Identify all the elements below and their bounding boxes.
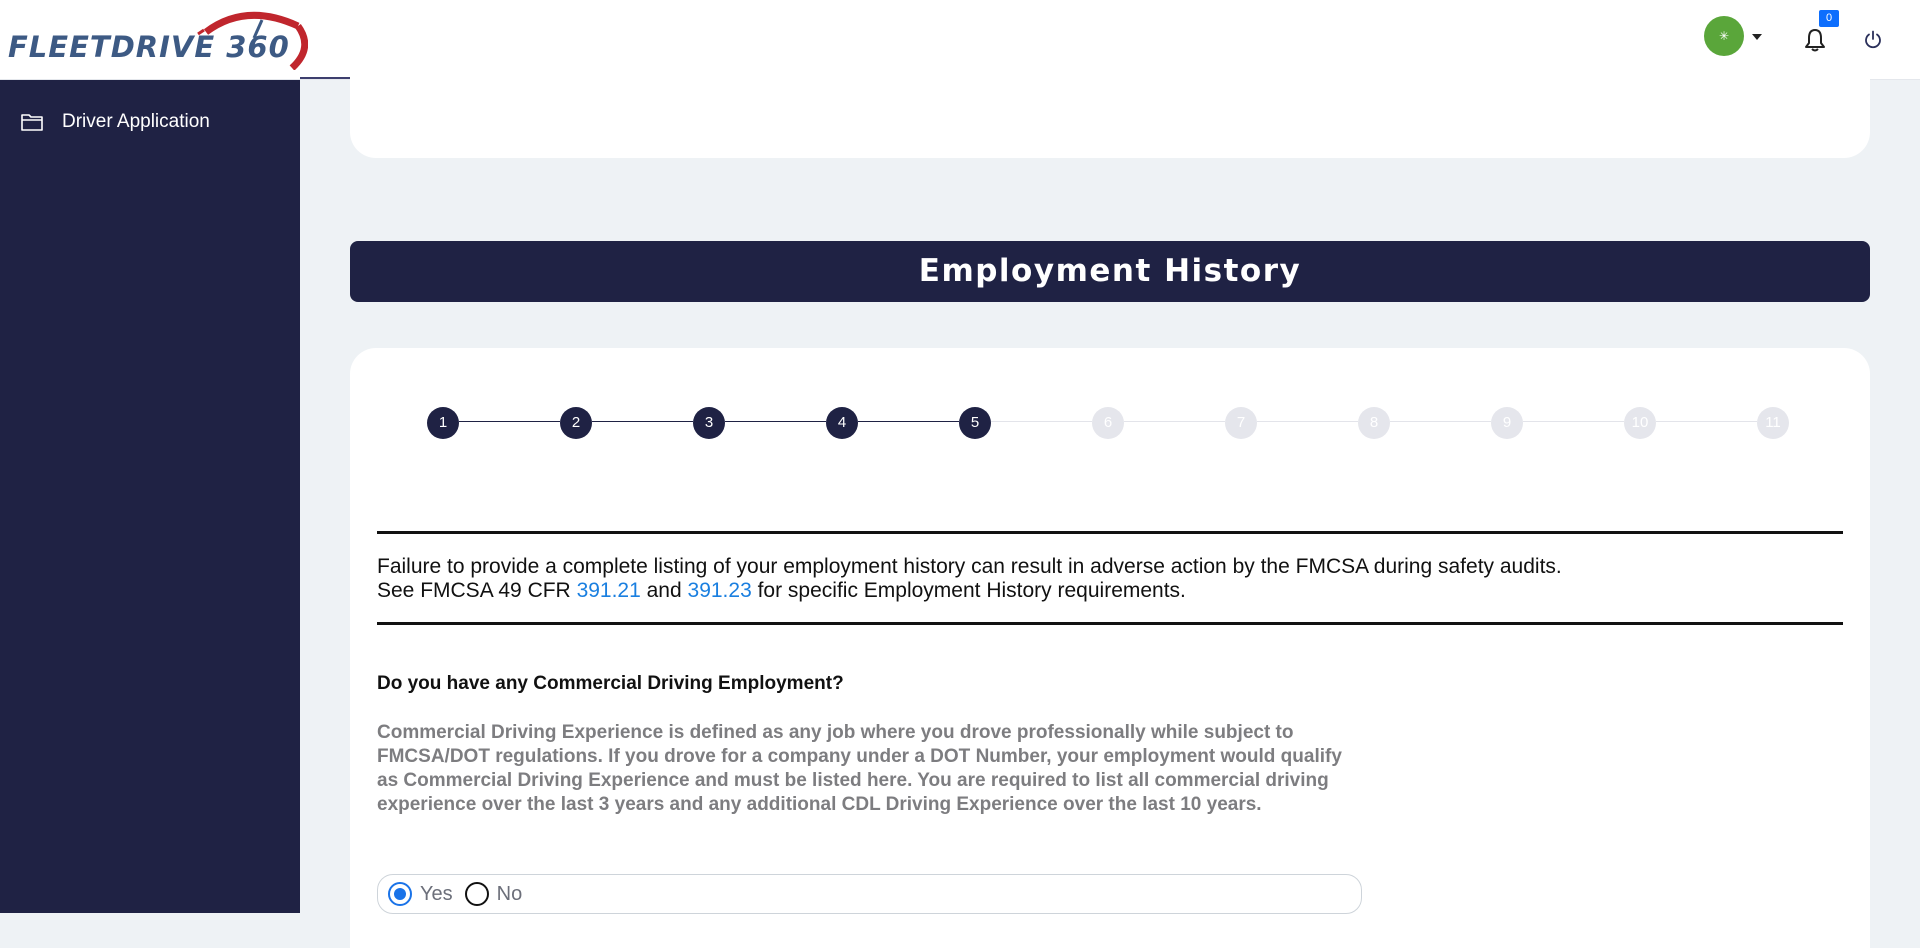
step-3[interactable]: 3	[693, 407, 725, 439]
step-connector	[858, 421, 959, 422]
radio-unchecked-icon[interactable]	[464, 882, 489, 906]
notice-line-2: See FMCSA 49 CFR 391.21 and 391.23 for s…	[377, 579, 1843, 603]
bell-icon[interactable]	[1804, 28, 1826, 52]
sidebar-item-label: Driver Application	[62, 111, 210, 132]
yes-label: Yes	[420, 882, 453, 905]
cfr-391-23-link[interactable]: 391.23	[688, 579, 752, 602]
power-icon[interactable]	[1863, 30, 1883, 50]
step-9[interactable]: 9	[1491, 407, 1523, 439]
notice-text: See FMCSA 49 CFR	[377, 579, 577, 602]
no-label: No	[496, 882, 523, 905]
radio-checked-icon[interactable]	[388, 882, 412, 906]
step-11[interactable]: 11	[1757, 407, 1789, 439]
yes-radio[interactable]: Yes	[388, 882, 453, 906]
folder-icon	[21, 114, 43, 131]
step-connector	[991, 421, 1092, 422]
section-title: Employment History	[350, 241, 1870, 302]
notice-line-1: Failure to provide a complete listing of…	[377, 555, 1562, 578]
step-connector	[1257, 421, 1358, 422]
chevron-down-icon[interactable]	[1752, 34, 1762, 40]
divider	[377, 531, 1843, 534]
step-connector	[459, 421, 560, 422]
no-radio[interactable]: No	[464, 882, 523, 906]
commercial-driving-question: Do you have any Commercial Driving Emplo…	[377, 673, 844, 694]
step-7[interactable]: 7	[1225, 407, 1257, 439]
sidebar-item-driver-application[interactable]: Driver Application	[20, 108, 210, 136]
step-connector	[1124, 421, 1225, 422]
notice-text: and	[640, 579, 688, 602]
step-connector	[725, 421, 826, 422]
step-8[interactable]: 8	[1358, 407, 1390, 439]
employment-history-card: 1 2 3 4 5 6 7 8 9 10 11 Failure to provide a compl…	[350, 348, 1870, 948]
step-connector	[592, 421, 693, 422]
sidebar: Driver Application	[0, 80, 300, 913]
step-6[interactable]: 6	[1092, 407, 1124, 439]
step-10[interactable]: 10	[1624, 407, 1656, 439]
notice-text: for specific Employment History requirem…	[751, 579, 1186, 602]
speedometer-logo-icon	[197, 11, 308, 70]
fmcsa-notice: Failure to provide a complete listing of…	[377, 555, 1843, 603]
previous-section-card	[350, 60, 1870, 158]
step-2[interactable]: 2	[560, 407, 592, 439]
user-avatar[interactable]: ✳	[1704, 16, 1744, 56]
commercial-driving-description: Commercial Driving Experience is defined…	[377, 722, 1342, 815]
step-1[interactable]: 1	[427, 407, 459, 439]
divider	[377, 622, 1843, 625]
commercial-driving-radio-group: Yes No	[377, 874, 1362, 914]
progress-stepper: 1 2 3 4 5 6 7 8 9 10 11	[427, 404, 1797, 439]
notification-badge: 0	[1819, 10, 1839, 27]
step-4[interactable]: 4	[826, 407, 858, 439]
step-5[interactable]: 5	[959, 407, 991, 439]
cfr-391-21-link[interactable]: 391.21	[577, 579, 641, 602]
step-connector	[1656, 421, 1757, 422]
fleetdrive-logo[interactable]: FLEETDRIVE 360	[8, 8, 308, 70]
step-connector	[1523, 421, 1624, 422]
step-connector	[1390, 421, 1491, 422]
